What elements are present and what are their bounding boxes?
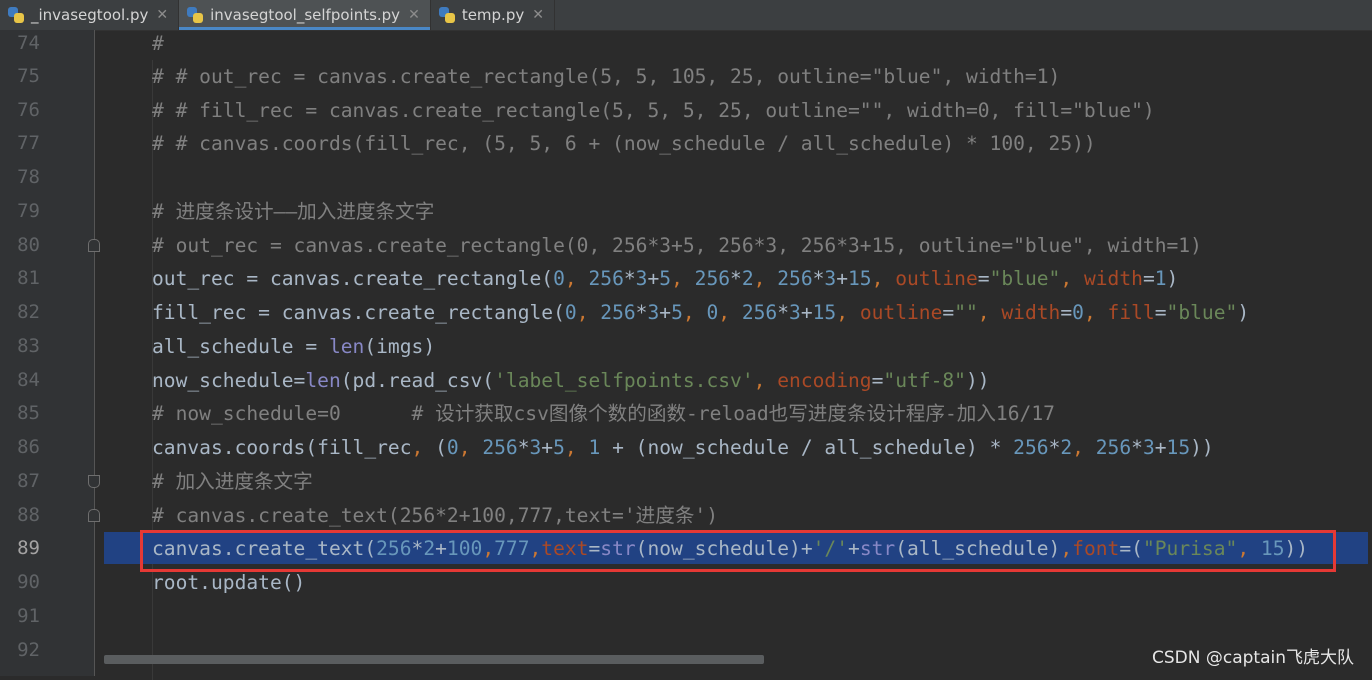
line-number: 83 [17,335,40,357]
code-text: # # out_rec = canvas.create_rectangle(5,… [152,65,1061,88]
close-icon[interactable]: ✕ [408,7,420,23]
code-text: canvas.coords(fill_rec, (0, 256*3+5, 1 +… [152,436,1214,459]
tab-label: temp.py [461,6,525,24]
code-text: # [152,32,164,55]
line-number: 88 [17,504,40,526]
highlight-annotation-box [140,530,1336,572]
code-line[interactable]: 80 # out_rec = canvas.create_rectangle(0… [0,229,1372,262]
fold-marker-icon[interactable] [88,475,100,488]
code-text: out_rec = canvas.create_rectangle(0, 256… [152,267,1179,290]
line-number: 76 [17,99,40,121]
code-text: # # canvas.coords(fill_rec, (5, 5, 6 + (… [152,132,1096,155]
tab-invasegtool-selfpoints[interactable]: invasegtool_selfpoints.py ✕ [179,0,431,30]
fold-marker-icon[interactable] [88,509,100,522]
line-number: 80 [17,234,40,256]
code-line[interactable]: 82 fill_rec = canvas.create_rectangle(0,… [0,296,1372,329]
python-file-icon [438,7,455,23]
code-line[interactable]: 85 # now_schedule=0 # 设计获取csv图像个数的函数-rel… [0,397,1372,430]
python-file-icon [8,7,24,23]
code-text: # # fill_rec = canvas.create_rectangle(5… [152,99,1155,122]
line-number: 84 [17,369,40,391]
code-text: # canvas.create_text(256*2+100,777,text=… [152,504,719,527]
line-number: 77 [17,132,40,154]
line-number: 85 [17,402,40,424]
line-number: 89 [17,537,40,559]
close-icon[interactable]: ✕ [156,7,168,23]
watermark: CSDN @captain飞虎大队 [1151,648,1354,668]
code-text: all_schedule = len(imgs) [152,335,436,358]
code-line[interactable]: 75 # # out_rec = canvas.create_rectangle… [0,60,1372,93]
tab-label: _invasegtool.py [31,6,149,24]
code-text: # 加入进度条文字 [152,470,313,493]
line-number: 78 [17,166,40,188]
line-number: 75 [17,65,40,87]
python-file-icon [187,7,204,23]
line-number: 92 [17,639,40,661]
code-line[interactable]: 76 # # fill_rec = canvas.create_rectangl… [0,94,1372,127]
code-line[interactable]: 78 [0,161,1372,194]
line-number: 90 [17,571,40,593]
line-number: 86 [17,436,40,458]
code-text: # out_rec = canvas.create_rectangle(0, 2… [152,234,1202,257]
line-number: 79 [17,200,40,222]
code-text: fill_rec = canvas.create_rectangle(0, 25… [152,301,1250,324]
line-number: 91 [17,605,40,627]
code-line[interactable]: 88 # canvas.create_text(256*2+100,777,te… [0,499,1372,532]
code-text: now_schedule=len(pd.read_csv('label_self… [152,369,990,392]
code-editor[interactable]: 74 # 75 # # out_rec = canvas.create_rect… [0,27,1372,680]
tab-label: invasegtool_selfpoints.py [210,6,401,24]
code-line[interactable]: 79 # 进度条设计——加入进度条文字 [0,195,1372,228]
code-text: # 进度条设计——加入进度条文字 [152,200,435,223]
line-number: 74 [17,32,40,54]
tab-invasegtool[interactable]: _invasegtool.py ✕ [0,0,180,30]
horizontal-scrollbar[interactable] [104,655,764,664]
line-number: 82 [17,301,40,323]
code-line[interactable]: 74 # [0,27,1372,60]
close-icon[interactable]: ✕ [532,7,544,23]
code-line[interactable]: 83 all_schedule = len(imgs) [0,330,1372,363]
code-line[interactable]: 86 canvas.coords(fill_rec, (0, 256*3+5, … [0,431,1372,464]
code-line[interactable]: 91 [0,600,1372,633]
code-text: # now_schedule=0 # 设计获取csv图像个数的函数-reload… [152,402,1055,425]
fold-marker-icon[interactable] [88,239,100,252]
tab-temp[interactable]: temp.py ✕ [431,0,555,30]
line-number: 81 [17,267,40,289]
code-line[interactable]: 77 # # canvas.coords(fill_rec, (5, 5, 6 … [0,127,1372,160]
code-line[interactable]: 87 # 加入进度条文字 [0,465,1372,498]
code-line[interactable]: 84 now_schedule=len(pd.read_csv('label_s… [0,364,1372,397]
line-number: 87 [17,470,40,492]
code-line[interactable]: 81 out_rec = canvas.create_rectangle(0, … [0,262,1372,295]
